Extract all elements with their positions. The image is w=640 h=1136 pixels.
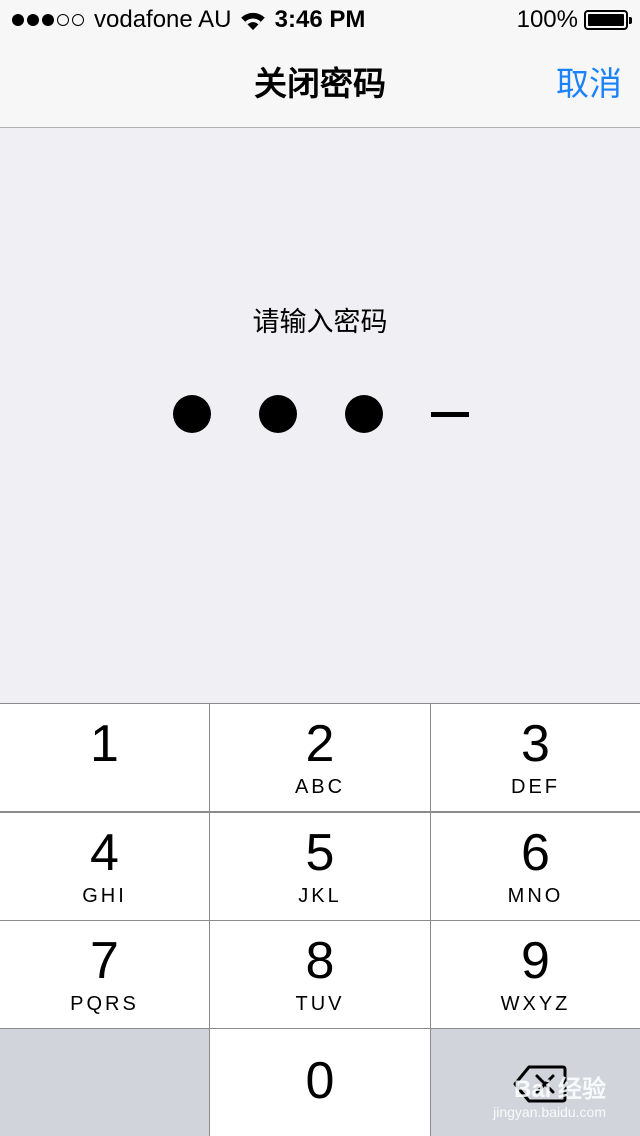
numeric-keypad: 0 9 WXYZ 8 TUV 7 PQRS 6 MNO 5 JKL 4 GHI 3 DEF 2 ABC 1 Bai… [0, 703, 640, 1136]
cancel-button[interactable]: 取消 [556, 40, 622, 128]
key-3[interactable]: 3 DEF [431, 704, 640, 811]
status-bar: vodafone AU 3:46 PM 100% [0, 0, 640, 40]
key-letters: WXYZ [500, 993, 571, 1015]
keypad-blank [0, 1029, 209, 1136]
page-title: 关闭密码 [254, 65, 386, 102]
key-digit: 5 [305, 824, 335, 882]
passcode-dot-filled [258, 394, 298, 434]
backspace-icon [513, 1065, 567, 1103]
passcode-dot-filled [344, 394, 384, 434]
key-6[interactable]: 6 MNO [431, 813, 640, 920]
key-letters: PQRS [70, 993, 139, 1015]
passcode-dash-empty [430, 394, 470, 434]
key-digit: 9 [521, 932, 550, 990]
key-digit: 7 [90, 932, 119, 990]
key-digit: 0 [305, 1052, 335, 1110]
key-digit: 8 [305, 932, 335, 990]
key-letters: ABC [294, 776, 346, 798]
key-0[interactable]: 0 [210, 1029, 430, 1136]
key-7[interactable]: 7 PQRS [0, 921, 209, 1028]
nav-bar: 关闭密码 取消 [0, 40, 640, 128]
key-digit: 4 [90, 824, 119, 882]
passcode-dot-filled [172, 394, 212, 434]
key-2[interactable]: 2 ABC [210, 704, 430, 811]
key-digit: 6 [521, 824, 550, 882]
key-letters: MNO [507, 885, 564, 907]
key-4[interactable]: 4 GHI [0, 813, 209, 920]
status-right: 100% [516, 6, 632, 33]
passcode-prompt: 请输入密码 [252, 307, 388, 337]
key-9[interactable]: 9 WXYZ [431, 921, 640, 1028]
key-digit: 2 [305, 715, 335, 773]
key-letters: JKL [298, 885, 342, 907]
delete-button[interactable] [431, 1029, 640, 1136]
key-1[interactable]: 1 [0, 704, 209, 811]
key-letters: TUV [295, 993, 345, 1015]
battery-icon [584, 10, 632, 30]
key-digit: 3 [521, 715, 550, 773]
key-letters: DEF [511, 776, 560, 798]
battery-fill [588, 14, 624, 26]
passcode-indicator [0, 394, 640, 436]
key-5[interactable]: 5 JKL [210, 813, 430, 920]
key-8[interactable]: 8 TUV [210, 921, 430, 1028]
key-letters: GHI [82, 885, 127, 907]
key-digit: 1 [90, 715, 119, 773]
battery-percent: 100% [516, 6, 578, 33]
